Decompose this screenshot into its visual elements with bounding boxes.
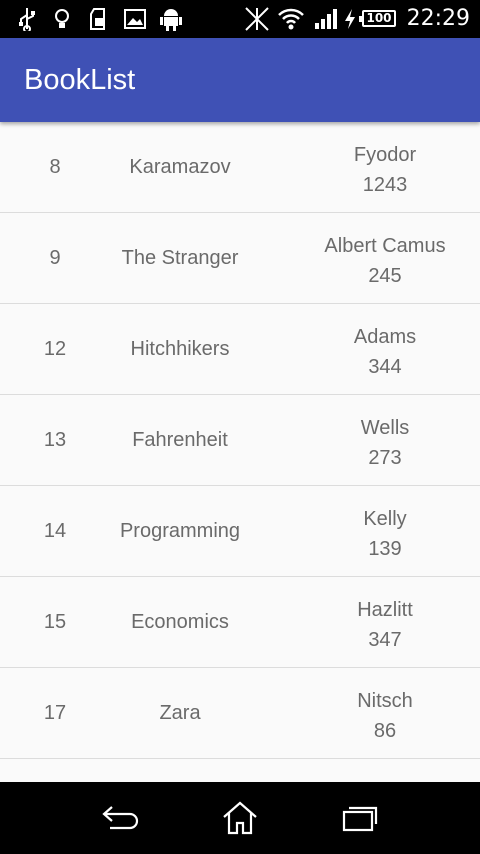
book-title: The Stranger <box>121 247 239 269</box>
navigation-bar <box>0 782 480 854</box>
book-author: Nitsch <box>357 690 413 712</box>
list-item[interactable]: 12 Hitchhikers Adams 344 <box>0 304 480 395</box>
book-author: Wells <box>360 417 410 439</box>
book-pages: 347 <box>368 629 402 651</box>
battery-icon: 100 <box>359 10 396 27</box>
recents-icon <box>342 806 378 832</box>
charging-icon <box>344 0 356 38</box>
app-title: BookList <box>24 64 136 96</box>
book-pages: 1243 <box>362 174 408 196</box>
book-pages: 273 <box>368 447 402 469</box>
list-item[interactable]: 14 Programming Kelly 139 <box>0 486 480 577</box>
book-author: Fyodor <box>353 144 417 166</box>
list-item[interactable]: 17 Zara Nitsch 86 <box>0 668 480 759</box>
usb-icon <box>18 0 36 38</box>
list-item[interactable]: 15 Economics Hazlitt 347 <box>0 577 480 668</box>
book-title: Fahrenheit <box>132 429 228 451</box>
no-signal-icon <box>244 0 270 38</box>
home-icon <box>223 801 257 835</box>
book-pages: 86 <box>373 720 397 742</box>
cell-signal-icon <box>314 0 338 38</box>
list-item[interactable]: 8 Karamazov Fyodor 1243 <box>0 122 480 213</box>
lightbulb-icon <box>53 0 71 38</box>
book-title: Hitchhikers <box>130 338 230 360</box>
home-button[interactable] <box>216 796 264 840</box>
image-icon <box>124 0 146 38</box>
book-title: Economics <box>131 611 229 633</box>
book-author: Adams <box>353 326 417 348</box>
status-bar: 100 22:29 <box>0 0 480 38</box>
book-list[interactable]: 8 Karamazov Fyodor 1243 9 The Stranger A… <box>0 122 480 782</box>
list-item[interactable] <box>0 759 480 782</box>
status-time: 22:29 <box>406 6 470 31</box>
book-author: Albert Camus <box>324 235 446 257</box>
recents-button[interactable] <box>336 796 384 840</box>
android-icon <box>160 0 182 38</box>
book-author: Kelly <box>363 508 407 530</box>
book-author: Hazlitt <box>357 599 413 621</box>
book-title: Programming <box>119 520 241 542</box>
book-title: Karamazov <box>129 156 231 178</box>
book-pages: 245 <box>368 265 402 287</box>
sd-card-icon <box>90 0 108 38</box>
book-pages: 139 <box>368 538 402 560</box>
wifi-icon <box>278 0 304 38</box>
back-icon <box>102 806 139 830</box>
book-pages: 344 <box>368 356 402 378</box>
app-bar: BookList <box>0 38 480 122</box>
back-button[interactable] <box>96 796 144 840</box>
book-title: Zara <box>159 702 201 724</box>
list-item[interactable]: 13 Fahrenheit Wells 273 <box>0 395 480 486</box>
list-item[interactable]: 9 The Stranger Albert Camus 245 <box>0 213 480 304</box>
